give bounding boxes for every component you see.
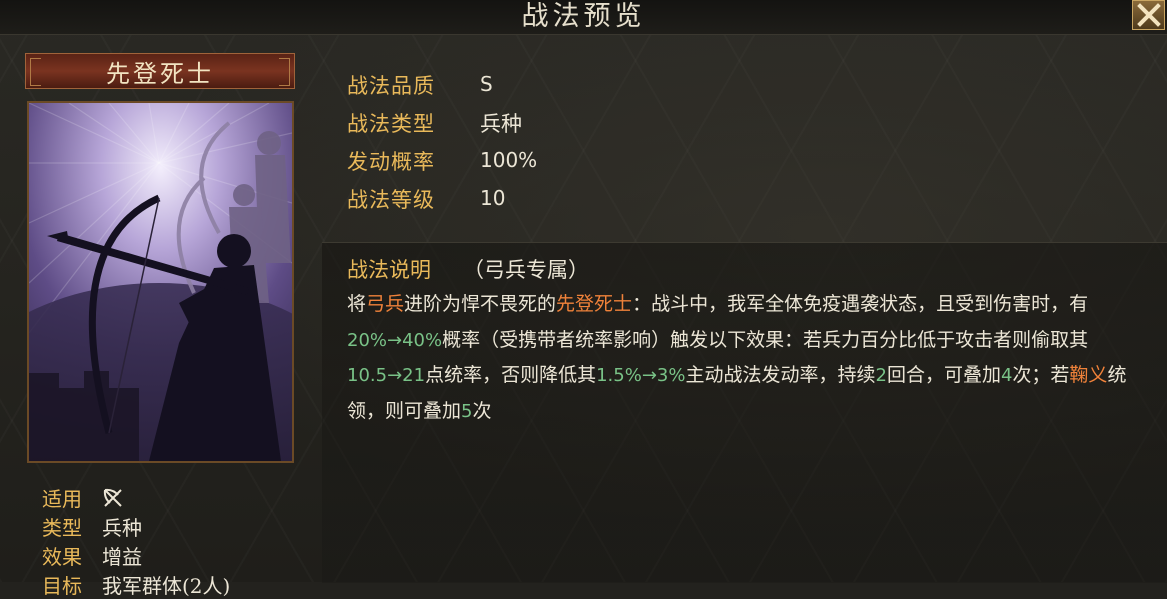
description-header: 战法说明 （弓兵专属） (347, 254, 589, 284)
description-highlight: 20%→40% (347, 329, 443, 351)
meta-value: 我军群体(2人) (102, 574, 231, 598)
stat-row-probability: 发动概率 100% (347, 146, 747, 182)
stat-value: 10 (480, 186, 506, 210)
stat-label: 战法类型 (347, 112, 435, 136)
meta-label: 类型 (42, 516, 82, 540)
description-segment: 回合，可叠加 (886, 364, 1001, 386)
meta-label: 效果 (42, 545, 82, 569)
description-segment: 点统率，否则降低其 (425, 364, 597, 386)
description-segment: ：战斗中，我军全体免疫遇袭状态，且受到伤害时，有 (632, 293, 1089, 315)
description-highlight: 鞠义 (1069, 364, 1108, 386)
banner-corner-ornament (279, 58, 290, 86)
description-highlight: 先登死士 (556, 293, 633, 315)
meta-row-effect: 效果 增益 (42, 541, 142, 570)
stat-value: 100% (480, 148, 538, 172)
description-highlight: 1.5%→3% (596, 365, 686, 386)
stat-row-level: 战法等级 10 (347, 184, 747, 220)
description-highlight: 弓兵 (366, 293, 405, 315)
description-highlight: 4 (1000, 365, 1013, 386)
stat-row-quality: 战法品质 S (347, 70, 747, 106)
stat-row-type: 战法类型 兵种 (347, 108, 747, 144)
banner-corner-ornament (30, 58, 41, 86)
title-bar: 战法预览 (0, 0, 1167, 35)
close-button[interactable] (1132, 0, 1165, 30)
description-segment: 概率（受携带者统率影响）触发以下效果：若兵力百分比低于攻击者则偷取其 (442, 328, 1089, 351)
meta-label: 适用 (42, 487, 82, 511)
meta-label: 目标 (42, 574, 82, 598)
description-highlight: 10.5→21 (347, 365, 426, 386)
meta-value: 兵种 (102, 516, 142, 540)
close-icon (1136, 3, 1161, 27)
description-label: 战法说明 (347, 258, 431, 282)
description-segment: 进阶为悍不畏死的 (404, 293, 557, 315)
stat-label: 发动概率 (347, 150, 435, 174)
meta-row-target: 目标 我军群体(2人) (42, 570, 230, 599)
skill-name-banner: 先登死士 (25, 53, 295, 89)
stat-label: 战法品质 (347, 74, 435, 98)
crossed-bow-icon (103, 488, 122, 507)
stat-value: S (480, 72, 493, 96)
meta-row-applies: 适用 (42, 483, 124, 512)
description-segment: 次 (472, 399, 492, 422)
description-segment: 将 (347, 293, 367, 315)
meta-row-type: 类型 兵种 (42, 512, 142, 541)
stat-value: 兵种 (480, 112, 522, 136)
skill-card-art (27, 101, 294, 463)
description-segment: 次；若 (1012, 364, 1070, 386)
skill-name: 先登死士 (106, 59, 214, 88)
description-highlight: 2 (875, 365, 887, 386)
description-highlight: 5 (461, 400, 473, 422)
meta-value: 增益 (102, 545, 142, 569)
stat-label: 战法等级 (347, 188, 435, 212)
description-segment: 主动战法发动率，持续 (685, 364, 876, 386)
window-title: 战法预览 (521, 1, 646, 32)
description-text: 将弓兵进阶为悍不畏死的先登死士：战斗中，我军全体免疫遇袭状态，且受到伤害时，有 2… (347, 287, 1137, 429)
exclusive-tag: （弓兵专属） (463, 258, 589, 282)
